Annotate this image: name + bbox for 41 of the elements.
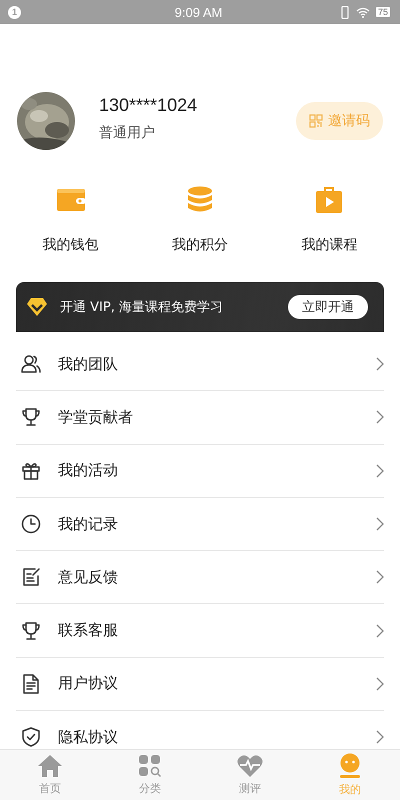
notification-badge: 1	[8, 6, 21, 18]
menu-item[interactable]: 意见反馈	[16, 551, 384, 604]
clock-icon	[20, 513, 42, 536]
chevron-right-icon	[376, 517, 384, 532]
chevron-right-icon	[376, 357, 384, 372]
chevron-right-icon	[376, 570, 384, 584]
vip-promo-text: 开通 VIP, 海量课程免费学习	[60, 299, 224, 316]
activate-vip-button[interactable]: 立即开通	[288, 295, 368, 319]
shortcut-button[interactable]: 我的课程	[274, 186, 384, 254]
trophy-icon	[20, 620, 42, 642]
user-role: 普通用户	[99, 124, 156, 142]
vibrate-icon	[340, 6, 350, 18]
trophy-icon	[20, 406, 42, 428]
menu-item[interactable]: 用户协议	[16, 658, 384, 712]
phone-number: 130****1024	[99, 94, 198, 116]
smiley-icon	[338, 753, 362, 779]
diamond-icon	[26, 297, 48, 317]
category-icon	[138, 754, 162, 778]
wifi-icon	[356, 6, 370, 18]
chevron-right-icon	[376, 624, 384, 638]
chevron-right-icon	[376, 410, 384, 424]
shortcut-button[interactable]: 我的钱包	[16, 186, 126, 254]
menu-item[interactable]: 我的记录	[16, 498, 384, 552]
chevron-right-icon	[376, 676, 384, 691]
shortcut-button[interactable]: 我的积分	[144, 186, 255, 254]
battery-level: 75	[376, 7, 390, 17]
menu-item[interactable]: 联系客服	[16, 604, 384, 658]
wallet-icon	[56, 186, 86, 214]
menu-item[interactable]: 我的团队	[16, 338, 384, 392]
menu-item[interactable]: 学堂贡献者	[16, 391, 384, 445]
heart-pulse-icon	[237, 754, 263, 778]
status-time: 9:09 AM	[174, 4, 222, 20]
menu-item[interactable]: 我的活动	[16, 444, 384, 498]
people-icon	[20, 353, 42, 376]
shield-icon	[20, 726, 42, 748]
video-case-icon	[315, 186, 344, 214]
chevron-right-icon	[376, 730, 384, 744]
coin-stack-icon	[186, 186, 213, 214]
chevron-right-icon	[376, 464, 384, 478]
qr-code-icon	[309, 114, 323, 128]
home-icon	[37, 754, 63, 778]
